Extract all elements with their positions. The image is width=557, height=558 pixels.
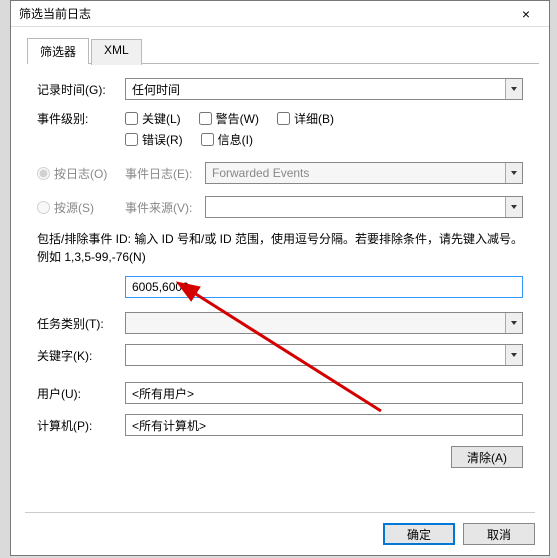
- label-event-source: 事件来源(V):: [125, 199, 205, 216]
- help-text: 包括/排除事件 ID: 输入 ID 号和/或 ID 范围，使用逗号分隔。若要排除…: [37, 230, 523, 266]
- checkbox-warning[interactable]: [199, 112, 212, 125]
- filter-dialog: 筛选当前日志 × 筛选器 XML 记录时间(G): 任何时间 事件级别: 关键(…: [10, 0, 550, 556]
- dialog-title: 筛选当前日志: [19, 5, 91, 22]
- event-id-input[interactable]: [125, 276, 523, 298]
- tab-xml[interactable]: XML: [91, 39, 142, 65]
- chevron-down-icon: [511, 87, 517, 91]
- chevron-down-icon: [511, 205, 517, 209]
- label-event-log: 事件日志(E):: [125, 165, 205, 182]
- logged-dropdown[interactable]: 任何时间: [125, 78, 523, 100]
- radio-by-log-wrap: 按日志(O): [37, 165, 125, 182]
- cancel-button[interactable]: 取消: [463, 523, 535, 545]
- close-icon: ×: [522, 6, 530, 22]
- checkbox-verbose[interactable]: [277, 112, 290, 125]
- footer: 确定 取消: [383, 523, 535, 545]
- checkbox-critical[interactable]: [125, 112, 138, 125]
- checkbox-information[interactable]: [201, 133, 214, 146]
- task-category-dropdown: [125, 312, 523, 334]
- user-input[interactable]: [125, 382, 523, 404]
- label-error: 错误(R): [142, 131, 183, 148]
- chevron-down-icon: [511, 321, 517, 325]
- label-level: 事件级别:: [37, 110, 125, 127]
- content-area: 记录时间(G): 任何时间 事件级别: 关键(L) 警告(W) 详细(B): [11, 64, 549, 478]
- computer-input[interactable]: [125, 414, 523, 436]
- label-logged: 记录时间(G):: [37, 81, 125, 98]
- label-verbose: 详细(B): [294, 110, 334, 127]
- chevron-down-icon: [511, 353, 517, 357]
- ok-button[interactable]: 确定: [383, 523, 455, 545]
- divider: [25, 512, 535, 513]
- label-by-source: 按源(S): [54, 199, 94, 216]
- checkbox-error[interactable]: [125, 133, 138, 146]
- label-information: 信息(I): [218, 131, 253, 148]
- tab-bar: 筛选器 XML: [27, 37, 539, 64]
- titlebar: 筛选当前日志 ×: [11, 1, 549, 27]
- event-source-dropdown[interactable]: [205, 196, 523, 218]
- clear-button[interactable]: 清除(A): [451, 446, 523, 468]
- label-computer: 计算机(P):: [37, 417, 125, 434]
- radio-by-source-wrap: 按源(S): [37, 199, 125, 216]
- label-critical: 关键(L): [142, 110, 181, 127]
- label-task-category: 任务类别(T):: [37, 315, 125, 332]
- keywords-dropdown[interactable]: [125, 344, 523, 366]
- chevron-down-icon: [511, 171, 517, 175]
- label-keywords: 关键字(K):: [37, 347, 125, 364]
- label-warning: 警告(W): [216, 110, 259, 127]
- tab-filter[interactable]: 筛选器: [27, 38, 89, 64]
- radio-by-log: [37, 167, 50, 180]
- radio-by-source: [37, 201, 50, 214]
- event-log-value: Forwarded Events: [212, 166, 309, 180]
- event-log-dropdown: Forwarded Events: [205, 162, 523, 184]
- logged-value: 任何时间: [132, 81, 180, 98]
- label-by-log: 按日志(O): [54, 165, 107, 182]
- close-button[interactable]: ×: [507, 4, 545, 24]
- label-user: 用户(U):: [37, 385, 125, 402]
